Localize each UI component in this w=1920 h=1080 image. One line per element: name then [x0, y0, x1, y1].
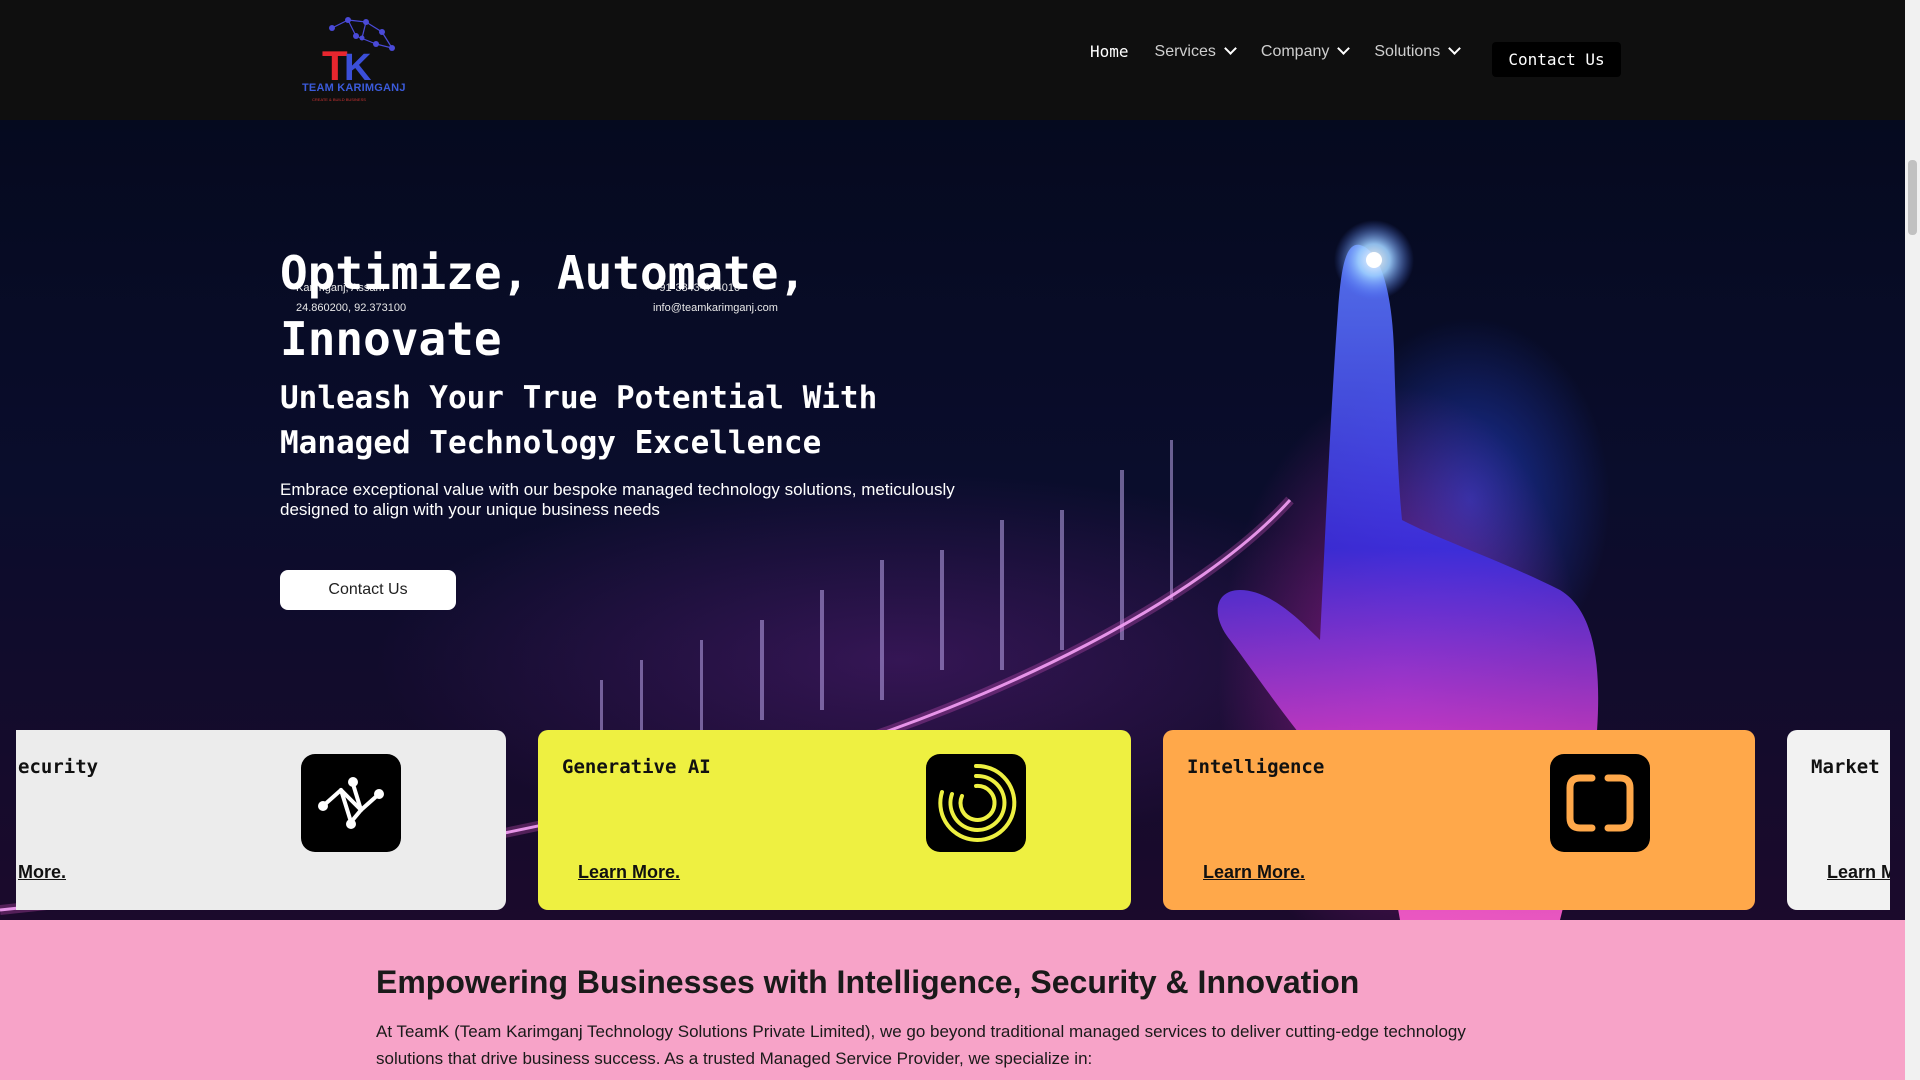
- page: T K TEAM KARIMGANJ CREATE & BUILD BUSINE…: [0, 0, 1905, 1080]
- service-card-title: Market I: [1811, 756, 1890, 778]
- nav-item-services[interactable]: Services: [1154, 42, 1237, 61]
- hero-contact-button[interactable]: Contact Us: [280, 570, 456, 610]
- intro-section: Empowering Businesses with Intelligence,…: [0, 920, 1905, 1080]
- service-card-market[interactable]: Market I Learn M: [1787, 730, 1890, 910]
- nav-item-home[interactable]: Home: [1090, 42, 1129, 61]
- services-carousel[interactable]: ecurity More. Generative AI Learn More.: [16, 730, 1890, 910]
- service-card-learn-more[interactable]: Learn More.: [578, 862, 680, 883]
- service-card-generative-ai[interactable]: Generative AI Learn More.: [538, 730, 1131, 910]
- site-header: T K TEAM KARIMGANJ CREATE & BUILD BUSINE…: [0, 0, 1905, 120]
- logo-mark-icon: T K: [322, 17, 395, 89]
- spiral-rings-icon: [926, 754, 1026, 852]
- service-card-intelligence[interactable]: Intelligence Learn More.: [1163, 730, 1755, 910]
- svg-text:K: K: [344, 47, 372, 84]
- service-card-title: Generative AI: [562, 756, 711, 778]
- logo-subtext: CREATE & BUILD BUSINESS: [312, 97, 366, 102]
- intro-paragraph: At TeamK (Team Karimganj Technology Solu…: [376, 1022, 1466, 1068]
- logo-text: TEAM KARIMGANJ: [302, 82, 406, 94]
- rounded-brackets-icon: [1550, 754, 1650, 852]
- service-card-security[interactable]: ecurity More.: [16, 730, 506, 910]
- intro-heading: Empowering Businesses with Intelligence,…: [376, 964, 1360, 1000]
- hero-description: Embrace exceptional value with our bespo…: [280, 480, 955, 519]
- main-nav: Home Services Company Solutions: [1090, 42, 1485, 61]
- network-nodes-icon: [301, 754, 401, 852]
- hero-subtitle: Unleash Your True Potential With Managed…: [280, 380, 878, 461]
- chevron-down-icon: [1337, 42, 1351, 55]
- hero-title: Optimize, Automate, Innovate: [280, 246, 807, 366]
- service-card-title: ecurity: [18, 756, 99, 778]
- chevron-down-icon: [1448, 42, 1462, 55]
- page-scrollbar[interactable]: [1905, 0, 1920, 1080]
- nav-item-label: Home: [1090, 42, 1129, 61]
- service-card-learn-more[interactable]: Learn M: [1827, 862, 1890, 883]
- chevron-down-icon: [1224, 42, 1237, 55]
- nav-item-label: Services: [1154, 42, 1216, 60]
- logo[interactable]: T K TEAM KARIMGANJ CREATE & BUILD BUSINE…: [296, 14, 420, 104]
- service-card-learn-more[interactable]: More.: [18, 862, 66, 883]
- header-contact-button[interactable]: Contact Us: [1492, 42, 1621, 77]
- nav-item-label: Solutions: [1374, 42, 1441, 60]
- service-card-title: Intelligence: [1187, 756, 1325, 778]
- service-card-learn-more[interactable]: Learn More.: [1203, 862, 1305, 883]
- nav-item-company[interactable]: Company: [1260, 42, 1351, 61]
- scrollbar-thumb[interactable]: [1908, 160, 1917, 235]
- nav-item-label: Company: [1260, 42, 1330, 60]
- nav-item-solutions[interactable]: Solutions: [1374, 42, 1462, 61]
